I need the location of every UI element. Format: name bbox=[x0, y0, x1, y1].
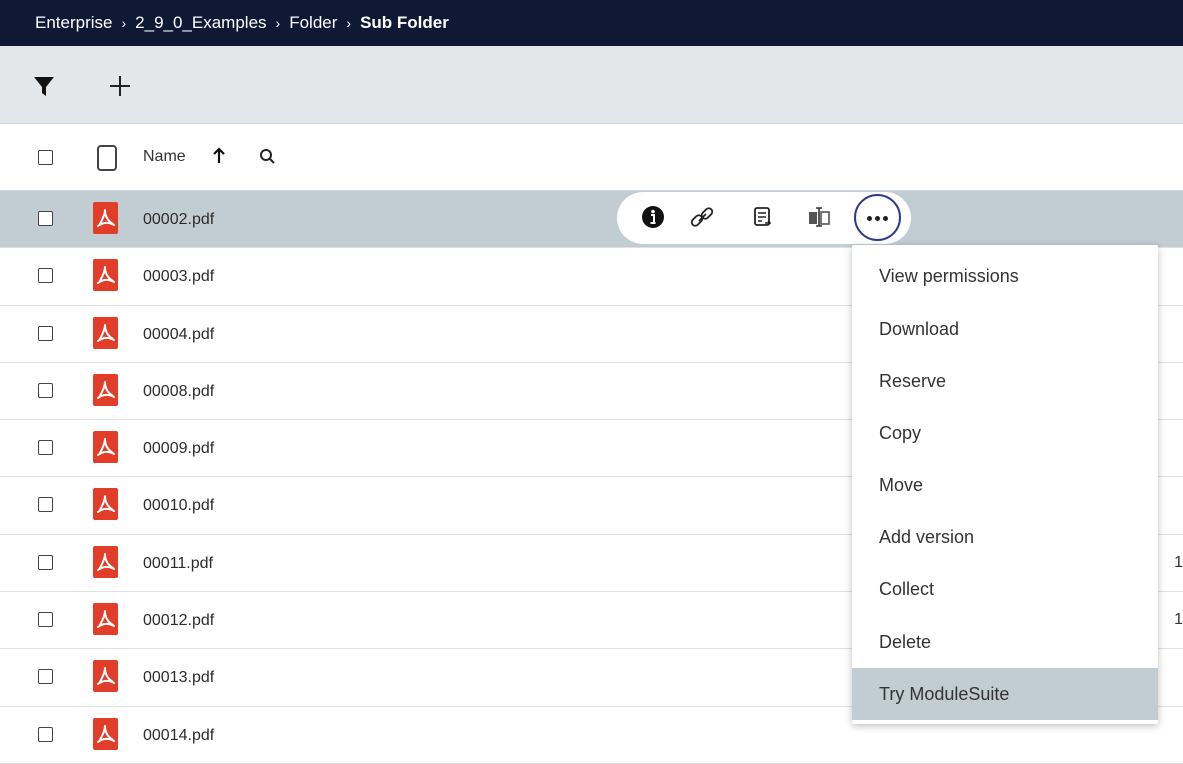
row-checkbox[interactable] bbox=[38, 669, 53, 685]
file-name[interactable]: 00011.pdf bbox=[143, 555, 213, 573]
file-name[interactable]: 00003.pdf bbox=[143, 268, 214, 286]
row-checkbox[interactable] bbox=[38, 382, 53, 398]
pdf-file-icon bbox=[93, 259, 118, 292]
pdf-file-icon bbox=[93, 431, 118, 464]
menu-item-move[interactable]: Move bbox=[852, 459, 1158, 511]
context-menu: View permissions Download Reserve Copy Move A… bbox=[852, 245, 1158, 724]
pdf-file-icon bbox=[93, 660, 118, 693]
row-action-bar bbox=[617, 192, 911, 244]
cell-value: 1 bbox=[1174, 611, 1183, 629]
dot bbox=[883, 216, 888, 221]
pdf-file-icon bbox=[93, 545, 118, 578]
menu-item-delete[interactable]: Delete bbox=[852, 616, 1158, 668]
file-name[interactable]: 00010.pdf bbox=[143, 497, 214, 515]
row-checkbox[interactable] bbox=[38, 325, 53, 341]
menu-item-try-modulesuite[interactable]: Try ModuleSuite bbox=[852, 668, 1158, 720]
info-icon[interactable] bbox=[640, 204, 666, 230]
breadcrumb: Enterprise › 2_9_0_Examples › Folder › S… bbox=[0, 0, 1183, 46]
search-icon[interactable] bbox=[259, 148, 276, 165]
dot bbox=[867, 216, 872, 221]
pdf-file-icon bbox=[93, 717, 118, 750]
breadcrumb-current: Sub Folder bbox=[360, 13, 449, 32]
file-name[interactable]: 00002.pdf bbox=[143, 211, 214, 229]
file-name[interactable]: 00012.pdf bbox=[143, 612, 214, 630]
link-icon[interactable] bbox=[689, 204, 715, 230]
more-options-button[interactable] bbox=[854, 194, 901, 241]
table-header: Name bbox=[0, 124, 1183, 191]
breadcrumb-item-examples[interactable]: 2_9_0_Examples bbox=[135, 13, 266, 33]
filter-icon[interactable] bbox=[30, 72, 58, 100]
row-checkbox[interactable] bbox=[38, 726, 53, 742]
menu-item-add-version[interactable]: Add version bbox=[852, 511, 1158, 563]
menu-item-download[interactable]: Download bbox=[852, 303, 1158, 355]
toolbar bbox=[0, 46, 1183, 124]
menu-item-collect[interactable]: Collect bbox=[852, 563, 1158, 615]
menu-item-copy[interactable]: Copy bbox=[852, 407, 1158, 459]
pdf-file-icon bbox=[93, 603, 118, 636]
breadcrumb-separator: › bbox=[275, 15, 281, 31]
breadcrumb-item-folder[interactable]: Folder bbox=[289, 13, 337, 33]
file-name[interactable]: 00004.pdf bbox=[143, 326, 214, 344]
sort-ascending-icon[interactable] bbox=[211, 147, 227, 165]
row-checkbox[interactable] bbox=[38, 440, 53, 456]
column-header-name[interactable]: Name bbox=[143, 148, 186, 166]
menu-item-reserve[interactable]: Reserve bbox=[852, 355, 1158, 407]
row-checkbox[interactable] bbox=[38, 554, 53, 570]
file-name[interactable]: 00014.pdf bbox=[143, 727, 214, 745]
row-checkbox[interactable] bbox=[38, 612, 53, 628]
breadcrumb-separator: › bbox=[346, 15, 352, 31]
menu-item-view-permissions[interactable]: View permissions bbox=[852, 250, 1158, 302]
file-name[interactable]: 00013.pdf bbox=[143, 669, 214, 687]
file-name[interactable]: 00009.pdf bbox=[143, 440, 214, 458]
row-checkbox[interactable] bbox=[38, 497, 53, 513]
breadcrumb-separator: › bbox=[121, 15, 127, 31]
row-checkbox[interactable] bbox=[38, 268, 53, 284]
pdf-file-icon bbox=[93, 488, 118, 521]
breadcrumb-item-enterprise[interactable]: Enterprise bbox=[35, 13, 112, 33]
document-type-icon bbox=[95, 144, 120, 172]
select-all-checkbox[interactable] bbox=[38, 150, 53, 165]
cell-value: 1 bbox=[1174, 553, 1183, 571]
pdf-file-icon bbox=[93, 202, 118, 234]
plus-icon[interactable] bbox=[106, 72, 134, 100]
pdf-file-icon bbox=[93, 316, 118, 349]
pdf-file-icon bbox=[93, 373, 118, 406]
dot bbox=[875, 216, 880, 221]
move-icon[interactable] bbox=[806, 204, 832, 230]
file-name[interactable]: 00008.pdf bbox=[143, 383, 214, 401]
row-checkbox[interactable] bbox=[38, 211, 53, 226]
properties-icon[interactable] bbox=[750, 204, 776, 230]
table-row[interactable]: 00002.pdf bbox=[0, 191, 1183, 249]
